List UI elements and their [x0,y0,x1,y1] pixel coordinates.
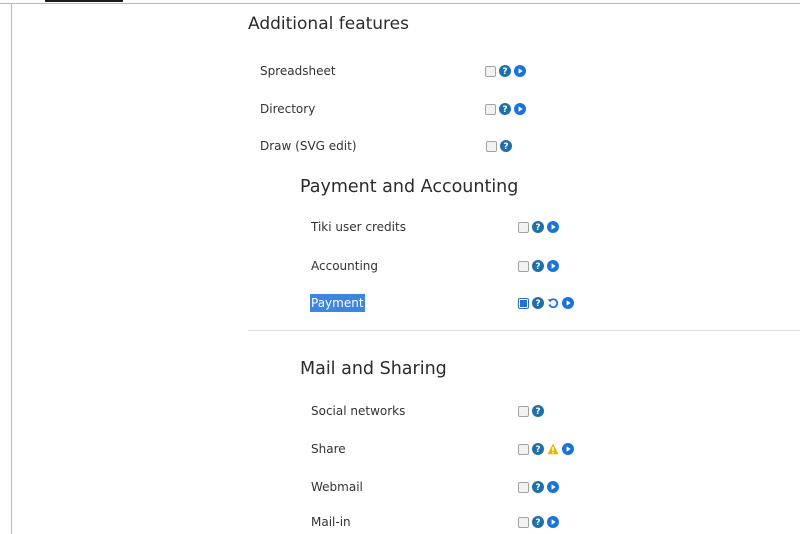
feature-controls-payment: ? [518,295,574,311]
svg-text:?: ? [535,445,540,455]
play-icon[interactable] [547,260,559,272]
play-icon[interactable] [547,221,559,233]
help-icon[interactable]: ? [499,65,511,77]
section-divider [248,330,800,331]
feature-row-directory: Directory ? [0,100,526,120]
help-icon[interactable]: ? [500,140,512,152]
help-icon[interactable]: ? [532,260,544,272]
feature-label-tiki-user-credits: Tiki user credits [311,220,406,234]
reset-icon[interactable] [547,297,559,309]
preferences-panel: Additional features Spreadsheet ? Direct… [0,0,800,534]
warning-icon[interactable] [547,443,559,455]
section-heading-mail-sharing: Mail and Sharing [300,359,447,379]
feature-row-spreadsheet: Spreadsheet ? [0,62,526,82]
feature-row-social-networks: Social networks ? [0,402,544,422]
feature-label-webmail: Webmail [311,480,363,494]
feature-controls-tiki-user-credits: ? [518,219,559,235]
feature-checkbox-mail-in[interactable] [518,516,529,528]
feature-row-payment: Payment ? [0,294,574,314]
section-heading-payment-accounting: Payment and Accounting [300,177,519,197]
feature-checkbox-social-networks[interactable] [518,405,529,417]
svg-text:?: ? [535,483,540,493]
feature-controls-mail-in: ? [518,514,559,530]
svg-text:?: ? [502,67,507,77]
top-border [0,3,800,4]
left-border [11,3,12,534]
feature-row-draw: Draw (SVG edit) ? [0,137,512,157]
feature-controls-accounting: ? [518,258,559,274]
feature-row-accounting: Accounting ? [0,257,559,277]
help-icon[interactable]: ? [532,405,544,417]
feature-checkbox-accounting[interactable] [518,260,529,272]
svg-text:?: ? [535,223,540,233]
svg-text:?: ? [535,262,540,272]
feature-label-spreadsheet: Spreadsheet [260,64,336,78]
feature-label-social-networks: Social networks [311,404,406,418]
feature-checkbox-tiki-user-credits[interactable] [518,221,529,233]
svg-text:?: ? [502,105,507,115]
feature-row-mail-in: Mail-in ? [0,513,559,533]
play-icon[interactable] [562,443,574,455]
svg-text:?: ? [535,518,540,528]
svg-text:?: ? [535,299,540,309]
feature-controls-webmail: ? [518,479,559,495]
help-icon[interactable]: ? [532,297,544,309]
feature-controls-share: ? [518,441,574,457]
feature-checkbox-directory[interactable] [485,103,496,115]
help-icon[interactable]: ? [532,481,544,493]
play-icon[interactable] [547,481,559,493]
feature-checkbox-spreadsheet[interactable] [485,65,496,77]
feature-checkbox-draw[interactable] [486,140,497,152]
feature-label-share: Share [311,442,346,456]
help-icon[interactable]: ? [532,221,544,233]
feature-label-directory: Directory [260,102,316,116]
feature-row-share: Share ? [0,440,574,460]
tab-underline [45,0,123,2]
feature-label-accounting: Accounting [311,259,379,273]
play-icon[interactable] [547,516,559,528]
feature-row-tiki-user-credits: Tiki user credits ? [0,218,559,238]
svg-text:?: ? [503,142,508,152]
play-icon[interactable] [514,103,526,115]
feature-controls-directory: ? [485,101,526,117]
feature-label-draw: Draw (SVG edit) [260,139,357,153]
feature-label-mail-in: Mail-in [311,515,351,529]
play-icon[interactable] [562,297,574,309]
feature-controls-draw: ? [486,138,512,154]
feature-controls-social-networks: ? [518,403,544,419]
feature-checkbox-webmail[interactable] [518,481,529,493]
feature-label-payment: Payment [310,294,365,312]
feature-controls-spreadsheet: ? [485,63,526,79]
feature-checkbox-payment[interactable] [518,297,529,309]
feature-row-webmail: Webmail ? [0,478,559,498]
svg-text:?: ? [535,407,540,417]
help-icon[interactable]: ? [532,516,544,528]
play-icon[interactable] [514,65,526,77]
section-heading-additional-features: Additional features [248,14,409,34]
feature-checkbox-share[interactable] [518,443,529,455]
help-icon[interactable]: ? [532,443,544,455]
help-icon[interactable]: ? [499,103,511,115]
